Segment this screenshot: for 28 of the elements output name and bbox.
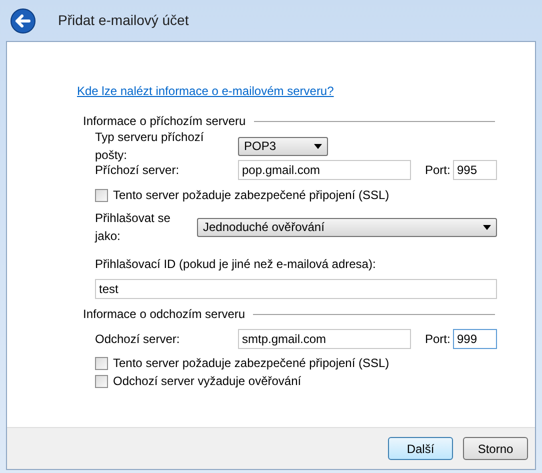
input-field[interactable]: smtp.gmail.com <box>238 329 411 349</box>
input-field[interactable]: 999 <box>453 329 497 349</box>
field-label: Port: <box>425 331 452 348</box>
field-label: Port: <box>425 162 452 179</box>
input-field[interactable]: pop.gmail.com <box>238 160 411 180</box>
checkbox-label: Tento server požaduje zabezpečené připojení (SSL) <box>113 187 390 204</box>
dropdown-arrow-icon <box>314 144 322 148</box>
checkbox[interactable] <box>95 356 108 370</box>
help-link[interactable]: Kde lze nalézt informace o e-mailovém serveru? <box>77 82 334 100</box>
input-field[interactable]: test <box>95 279 497 299</box>
field-label: Příchozí server: <box>95 162 180 179</box>
checkbox[interactable] <box>95 188 108 202</box>
checkbox-label: Tento server požaduje zabezpečené připojení (SSL) <box>113 355 390 372</box>
dropdown[interactable]: Jednoduché ověřování <box>197 218 497 236</box>
checkbox-label: Odchozí server vyžaduje ověřování <box>113 373 302 390</box>
checkbox[interactable] <box>95 374 108 388</box>
field-label: Přihlašovací ID (pokud je jiné než e-mailová adresa): <box>95 256 377 273</box>
section-heading: Informace o příchozím serveru <box>83 113 246 130</box>
dropdown[interactable]: POP3 <box>238 136 328 156</box>
field-label: Odchozí server: <box>95 331 181 348</box>
dropdown-arrow-icon <box>483 224 491 230</box>
window-title: Přidat e-mailový účet <box>58 11 189 30</box>
dialog-button[interactable]: Další <box>388 437 453 460</box>
input-field[interactable]: 995 <box>453 160 497 180</box>
field-label: Typ serveru příchozí pošty: <box>95 129 205 164</box>
section-heading: Informace o odchozím serveru <box>83 306 246 323</box>
dialog-button[interactable]: Storno <box>463 437 528 460</box>
field-label: Přihlašovat se jako: <box>95 210 172 245</box>
